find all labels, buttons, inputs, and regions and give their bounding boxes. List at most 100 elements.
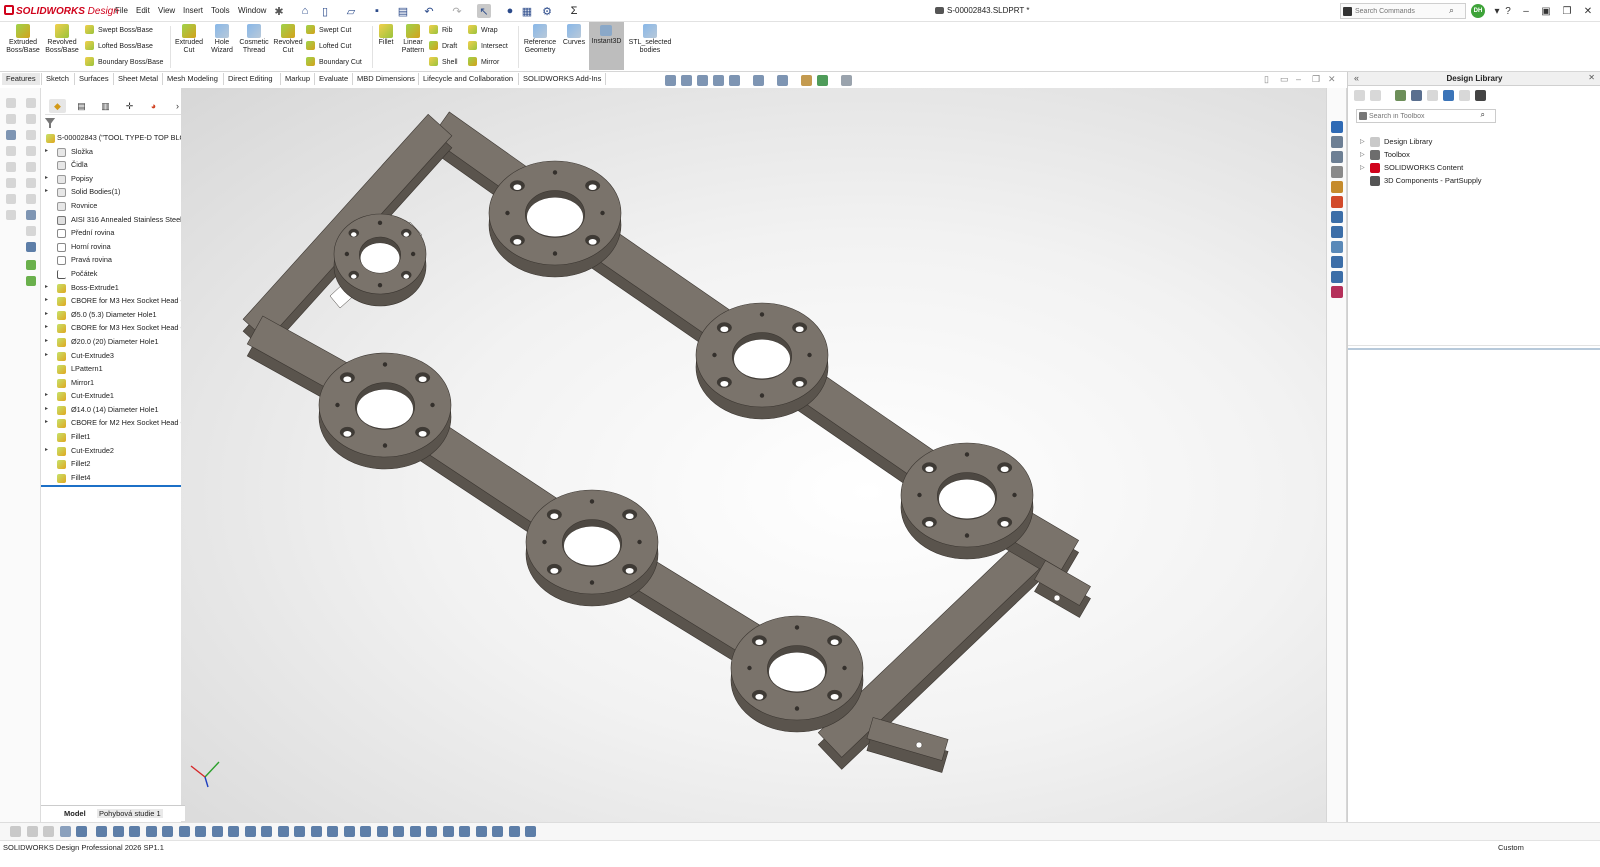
dynamic-annotation-icon[interactable] (729, 75, 740, 86)
tree-item[interactable]: ▸ Popisy (41, 172, 185, 186)
home-pane-icon[interactable] (1331, 256, 1343, 268)
expand-icon[interactable]: ▷ (1360, 149, 1365, 161)
toolbox-search-input[interactable] (1369, 111, 1479, 121)
toolbox-icon[interactable] (1331, 241, 1343, 253)
add-to-library-icon[interactable] (1427, 90, 1438, 101)
strip-tool-icon[interactable] (6, 130, 16, 140)
menu-file[interactable]: File (115, 6, 128, 15)
component-icon[interactable] (426, 826, 437, 837)
camera-icon[interactable] (492, 826, 503, 837)
redo-icon[interactable]: ↷ (450, 4, 464, 18)
tree-item[interactable]: Fillet4 (41, 471, 185, 485)
datum-icon[interactable] (277, 826, 289, 837)
expand-icon[interactable]: ▸ (45, 294, 48, 308)
shell-button[interactable]: Shell (429, 57, 458, 68)
rib-button[interactable]: Rib (429, 25, 453, 36)
expand-icon[interactable]: ▸ (45, 416, 48, 430)
expand-icon[interactable]: ▸ (45, 185, 48, 199)
zoom-to-fit-icon[interactable] (665, 75, 676, 86)
search-commands[interactable]: ⌕ (1340, 3, 1466, 19)
mirror-button[interactable]: Mirror (468, 57, 499, 68)
avatar[interactable]: DH (1471, 4, 1485, 18)
tree-item[interactable]: ▸ Cut-Extrude2 (41, 444, 185, 458)
plane-icon[interactable] (112, 826, 124, 837)
tree-item[interactable]: ▸ Ø14.0 (14) Diameter Hole1 (41, 403, 185, 417)
tree-item[interactable]: Fillet1 (41, 430, 185, 444)
configuration-tab-icon[interactable]: ▥ (97, 99, 114, 113)
tab-lifecycle[interactable]: Lifecycle and Collaboration (418, 73, 517, 85)
cosmetic-icon[interactable] (261, 826, 272, 837)
pattern-icon[interactable] (459, 826, 470, 837)
strip-tool-icon[interactable] (6, 114, 16, 124)
display-manager-tab-icon[interactable]: ◕ (145, 99, 162, 113)
toolbox-settings-icon[interactable] (1475, 90, 1486, 101)
note-icon[interactable] (244, 826, 256, 837)
open-icon[interactable]: ▱ (344, 4, 358, 18)
select-box-icon[interactable] (43, 826, 54, 837)
clear-icon[interactable] (525, 826, 536, 837)
expand-icon[interactable]: ▸ (45, 281, 48, 295)
edge-icon[interactable] (145, 826, 157, 837)
unit-system[interactable]: Custom (1498, 843, 1524, 852)
strip-tool-icon[interactable] (26, 162, 36, 172)
minimize-icon[interactable]: – (1518, 3, 1534, 19)
display-style-icon[interactable] (777, 75, 788, 86)
expand-icon[interactable]: ▷ (1360, 162, 1365, 174)
options-gear-icon[interactable]: ⚙ (540, 4, 554, 18)
up-folder-icon[interactable] (1459, 90, 1470, 101)
tree-item[interactable]: ▸ Boss-Extrude1 (41, 281, 185, 295)
point-icon[interactable] (76, 826, 87, 837)
strip-tool-icon[interactable] (26, 210, 36, 220)
strip-tool-icon[interactable] (26, 146, 36, 156)
save-icon[interactable]: ▪ (370, 4, 384, 18)
select-icon[interactable]: ↖ (477, 4, 491, 18)
tab-motion-study[interactable]: Pohybová studie 1 (97, 809, 163, 818)
magnifier-icon[interactable]: ⌕ (1449, 5, 1454, 16)
strip-tool-icon[interactable] (26, 276, 36, 286)
tab-direct-editing[interactable]: Direct Editing (223, 73, 277, 85)
strip-tool-icon[interactable] (26, 178, 36, 188)
menu-window[interactable]: Window (238, 6, 266, 15)
linear-pattern-button[interactable]: Linear Pattern (398, 24, 428, 55)
search-commands-input[interactable] (1355, 5, 1445, 17)
scene-icon[interactable] (817, 75, 828, 86)
boundary-cut-button[interactable]: Boundary Cut (306, 57, 362, 68)
tree-item[interactable]: AISI 316 Annealed Stainless Steel (SS) (41, 213, 185, 227)
strip-tool-icon[interactable] (6, 98, 16, 108)
tab-evaluate[interactable]: Evaluate (314, 73, 352, 85)
sketch-icon[interactable] (195, 826, 206, 837)
add-location-icon[interactable] (1395, 90, 1406, 101)
file-properties-icon[interactable]: ▦ (520, 4, 534, 18)
light-icon[interactable] (508, 826, 520, 837)
app-logo[interactable]: SOLIDWORKS Design (4, 5, 119, 17)
strip-tool-icon[interactable] (26, 194, 36, 204)
lofted-cut-button[interactable]: Lofted Cut (306, 41, 351, 52)
zoom-area-icon[interactable] (681, 75, 692, 86)
body-icon[interactable] (178, 826, 190, 837)
expand-icon[interactable]: ▷ (1360, 136, 1365, 148)
instant3d-button[interactable]: Instant3D (589, 22, 624, 70)
intersect-button[interactable]: Intersect (468, 41, 508, 52)
pane-splitter[interactable] (1348, 348, 1600, 350)
route-icon[interactable] (393, 826, 404, 837)
tab-mesh-modeling[interactable]: Mesh Modeling (162, 73, 222, 85)
tree-item[interactable]: ▸ Cut-Extrude3 (41, 349, 185, 363)
balloon-icon[interactable] (343, 826, 355, 837)
help-icon[interactable]: ? (1500, 3, 1516, 19)
strip-tool-icon[interactable] (26, 226, 36, 236)
menu-insert[interactable]: Insert (183, 6, 203, 15)
document-icon[interactable] (1331, 226, 1343, 238)
toolbox-search[interactable]: ⌕ (1356, 109, 1496, 123)
dimension-icon[interactable] (228, 826, 239, 837)
viewport-restore-icon[interactable]: ❐ (1312, 74, 1320, 85)
tree-root[interactable]: S-00002843 ("TOOL TYPE-D TOP BLOCK") (41, 131, 185, 145)
expand-icon[interactable]: ▸ (45, 335, 48, 349)
fillet-button[interactable]: Fillet (374, 24, 398, 47)
hole-wizard-button[interactable]: Hole Wizard (205, 24, 239, 55)
new-document-icon[interactable]: ▯ (318, 4, 332, 18)
custom-properties-icon[interactable] (1331, 196, 1343, 208)
strip-tool-icon[interactable] (26, 98, 36, 108)
print-icon[interactable]: ▤ (396, 4, 410, 18)
refresh-icon[interactable] (1443, 90, 1454, 101)
extruded-cut-button[interactable]: Extruded Cut (172, 24, 206, 55)
